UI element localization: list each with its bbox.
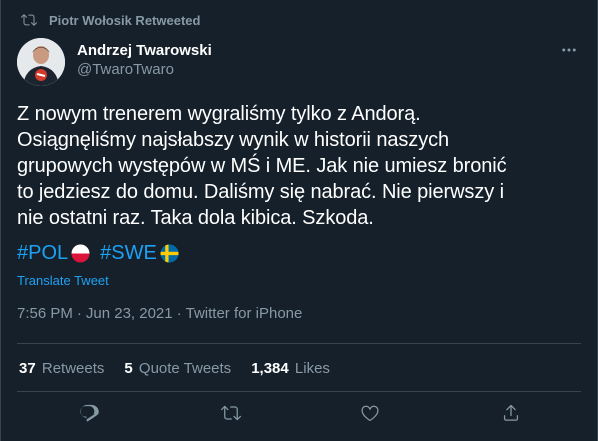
- reply-icon: [79, 403, 99, 428]
- likes-stat[interactable]: 1,384 Likes: [251, 360, 330, 377]
- retweet-icon: [17, 12, 41, 28]
- share-icon: [501, 403, 521, 428]
- quotes-count: 5: [124, 360, 133, 377]
- tweet-text-line: grupowych występów w MŚ i ME. Jak nie um…: [17, 155, 507, 177]
- like-icon: [360, 403, 380, 428]
- retweet-context-label: Piotr Wołosik Retweeted: [49, 12, 201, 28]
- separator: ·: [176, 305, 182, 322]
- likes-label: Likes: [294, 360, 330, 377]
- tweet-time[interactable]: 7:56 PM: [17, 305, 73, 322]
- retweets-count: 37: [19, 360, 36, 377]
- author-handle[interactable]: @TwaroTwaro: [77, 60, 212, 80]
- tweet-text-line: to jedziesz do domu. Daliśmy się nabrać.…: [17, 181, 504, 203]
- author-info[interactable]: Andrzej Twarowski @TwaroTwaro: [77, 42, 212, 80]
- like-button[interactable]: [358, 403, 382, 427]
- retweets-stat[interactable]: 37 Retweets: [19, 360, 104, 377]
- avatar[interactable]: [17, 38, 65, 86]
- retweet-icon: [220, 403, 242, 428]
- hashtag-link-pol[interactable]: #POL: [17, 240, 100, 266]
- tweet-date[interactable]: Jun 23, 2021: [86, 305, 173, 322]
- hashtags: #POL #SWE: [17, 240, 189, 266]
- reply-button[interactable]: [77, 403, 101, 427]
- more-options-button[interactable]: [557, 40, 581, 64]
- likes-count: 1,384: [251, 360, 289, 377]
- quotes-label: Quote Tweets: [138, 360, 232, 377]
- tweet-metadata: 7:56 PM · Jun 23, 2021 · Twitter for iPh…: [17, 305, 302, 322]
- divider: [17, 391, 581, 392]
- hashtag-label: #POL: [17, 242, 69, 264]
- sweden-flag-icon: [160, 243, 179, 263]
- more-icon: [560, 41, 578, 64]
- retweet-button[interactable]: [219, 403, 243, 427]
- hashtag-label: #SWE: [100, 242, 157, 264]
- translate-tweet-link[interactable]: Translate Tweet: [17, 273, 109, 288]
- separator: ·: [76, 305, 82, 322]
- tweet-text-line: Z nowym trenerem wygraliśmy tylko z Ando…: [17, 103, 421, 125]
- divider: [17, 343, 581, 344]
- retweets-label: Retweets: [41, 360, 105, 377]
- author-name[interactable]: Andrzej Twarowski: [77, 42, 212, 60]
- poland-flag-icon: [71, 243, 90, 263]
- hashtag-link-swe[interactable]: #SWE: [100, 240, 189, 266]
- tweet-actions: [1, 400, 597, 430]
- tweet-stats: 37 Retweets 5 Quote Tweets 1,384 Likes: [19, 360, 330, 377]
- tweet-text-line: Osiągnęliśmy najsłabszy wynik w historii…: [17, 129, 450, 151]
- retweet-context[interactable]: Piotr Wołosik Retweeted: [17, 10, 200, 30]
- share-button[interactable]: [499, 403, 523, 427]
- tweet-source[interactable]: Twitter for iPhone: [186, 305, 303, 322]
- tweet-text: Z nowym trenerem wygraliśmy tylko z Ando…: [17, 101, 583, 231]
- quote-tweets-stat[interactable]: 5 Quote Tweets: [124, 360, 231, 377]
- tweet-card: Piotr Wołosik Retweeted Andrzej Twarowsk…: [0, 0, 598, 441]
- tweet-text-line: nie ostatni raz. Taka dola kibica. Szkod…: [17, 207, 374, 229]
